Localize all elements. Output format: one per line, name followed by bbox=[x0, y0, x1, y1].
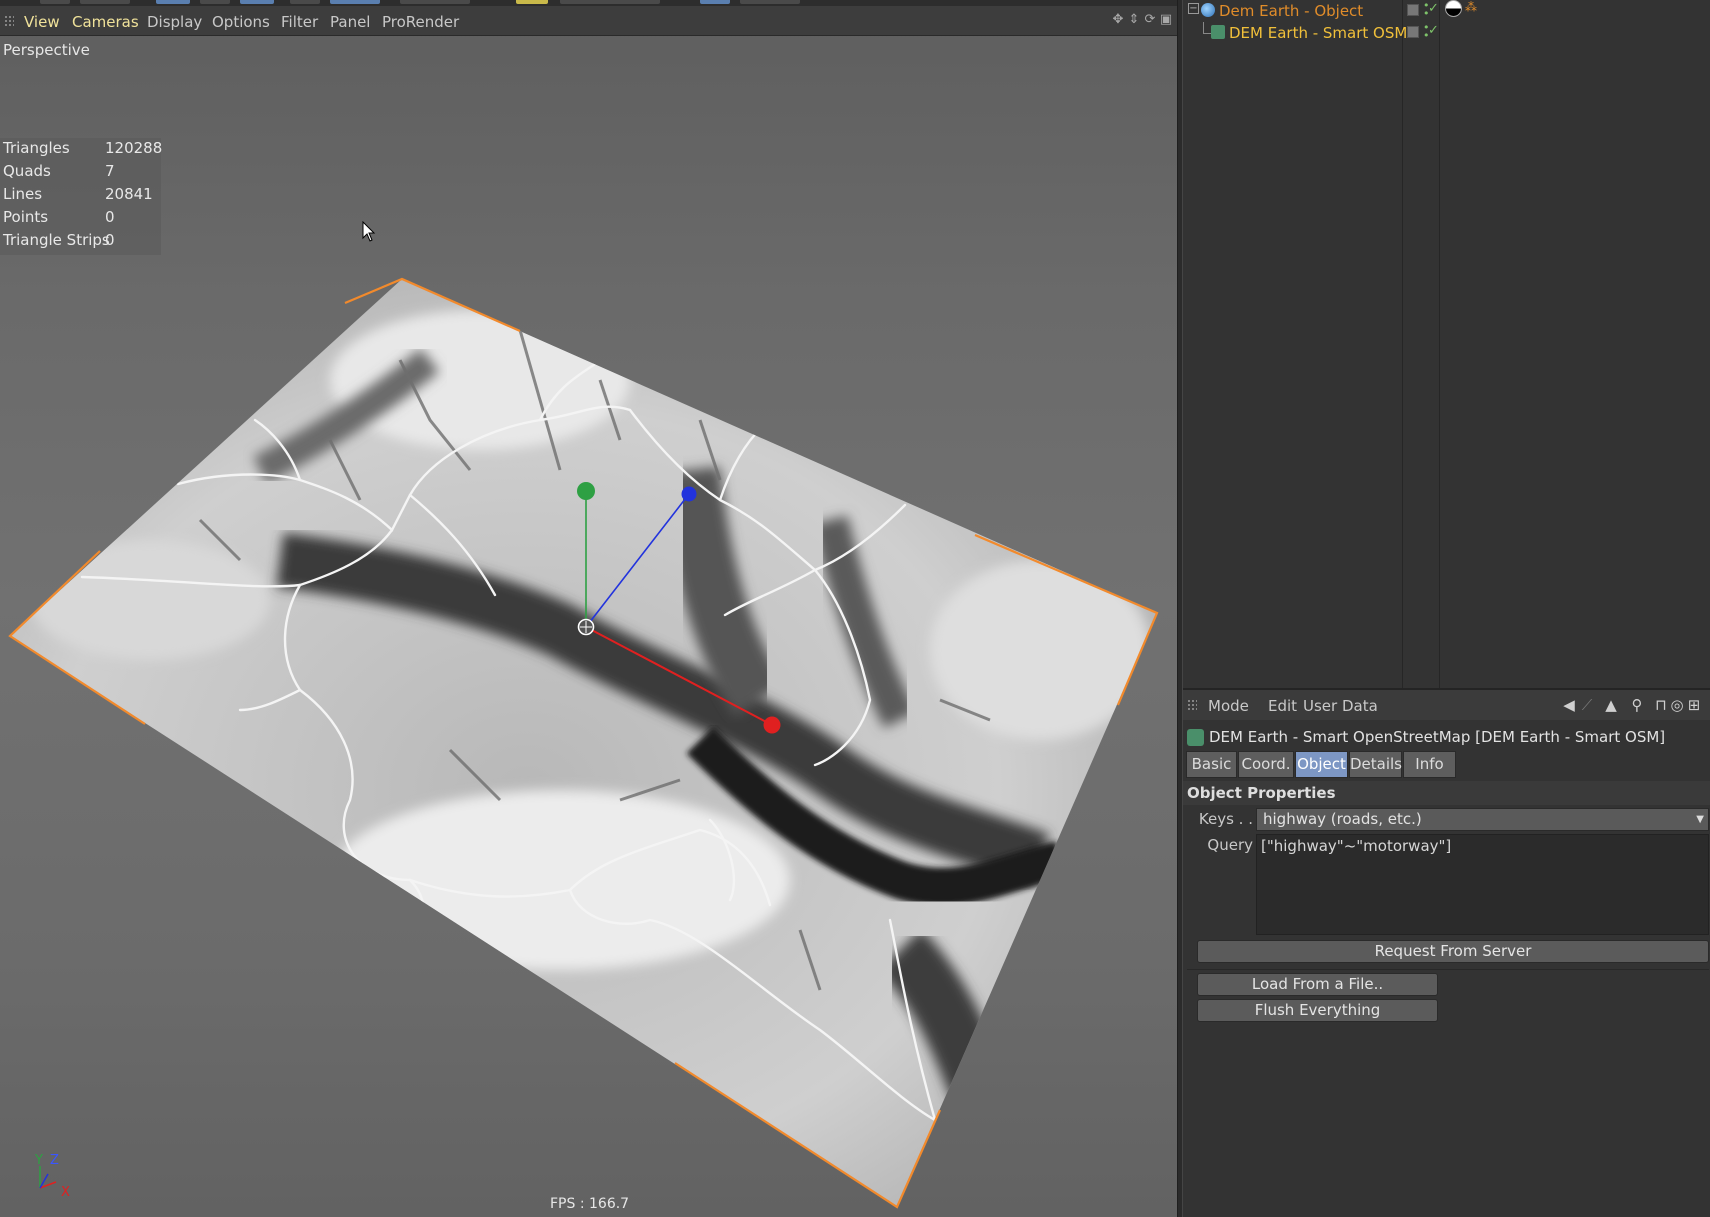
object-row[interactable]: DEM Earth - Smart OSM • • ✓ bbox=[1183, 22, 1710, 44]
tab-coord[interactable]: Coord. bbox=[1238, 751, 1294, 778]
stat-row-lines: Lines 20841 bbox=[3, 185, 153, 203]
material-tag-icon[interactable] bbox=[1445, 0, 1462, 17]
menu-mode[interactable]: Mode bbox=[1208, 697, 1249, 715]
om-column-divider bbox=[1402, 0, 1403, 688]
terrain-scene[interactable] bbox=[0, 0, 1177, 1217]
forward-arrow-icon[interactable]: ⟋ bbox=[1579, 696, 1595, 714]
query-textarea[interactable]: ["highway"~"motorway"] bbox=[1256, 834, 1709, 935]
search-icon[interactable]: ⚲ bbox=[1629, 696, 1645, 714]
stat-row-triangle-strips: Triangle Strips 0 bbox=[3, 231, 115, 249]
panel-grip-icon[interactable] bbox=[1187, 699, 1197, 711]
section-title: Object Properties bbox=[1187, 784, 1336, 802]
menu-user-data[interactable]: User Data bbox=[1303, 697, 1378, 715]
load-from-file-button[interactable]: Load From a File.. bbox=[1197, 973, 1438, 996]
menu-edit[interactable]: Edit bbox=[1268, 697, 1297, 715]
x-axis-label: X bbox=[61, 1185, 70, 1198]
attribute-title: DEM Earth - Smart OpenStreetMap [DEM Ear… bbox=[1209, 728, 1666, 746]
object-name[interactable]: Dem Earth - Object bbox=[1219, 2, 1363, 20]
fps-readout: FPS : 166.7 bbox=[550, 1196, 630, 1212]
smart-osm-icon bbox=[1187, 729, 1204, 746]
x-axis-handle[interactable] bbox=[763, 716, 781, 734]
tab-details[interactable]: Details bbox=[1349, 751, 1402, 778]
enabled-check-icon[interactable]: ✓ bbox=[1428, 1, 1439, 16]
request-from-server-button[interactable]: Request From Server bbox=[1197, 940, 1709, 963]
enabled-check-icon[interactable]: ✓ bbox=[1428, 23, 1439, 38]
up-arrow-icon[interactable]: ▲ bbox=[1603, 696, 1619, 714]
expression-tag-icon[interactable]: ⁂ bbox=[1465, 0, 1477, 14]
world-axis-icon: Y Z X bbox=[34, 1153, 70, 1198]
stat-row-quads: Quads 7 bbox=[3, 162, 115, 180]
z-axis-label: Z bbox=[50, 1153, 59, 1168]
query-label: Query bbox=[1207, 836, 1253, 854]
y-axis-label: Y bbox=[34, 1153, 43, 1168]
chevron-down-icon: ▼ bbox=[1696, 814, 1704, 825]
terrain-plane[interactable] bbox=[8, 277, 1159, 1209]
mouse-cursor-icon bbox=[362, 221, 376, 242]
keys-value: highway (roads, etc.) bbox=[1263, 810, 1422, 828]
tab-object[interactable]: Object bbox=[1295, 751, 1348, 778]
editor-visibility-icon[interactable] bbox=[1407, 4, 1419, 16]
tab-info[interactable]: Info bbox=[1403, 751, 1456, 778]
target-icon[interactable]: ◎ bbox=[1669, 696, 1685, 714]
back-arrow-icon[interactable]: ◀ bbox=[1561, 696, 1577, 714]
keys-dropdown[interactable]: highway (roads, etc.) ▼ bbox=[1256, 808, 1709, 831]
stat-row-triangles: Triangles 120288 bbox=[3, 139, 163, 157]
tab-basic[interactable]: Basic bbox=[1186, 751, 1237, 778]
stat-row-points: Points 0 bbox=[3, 208, 115, 226]
dem-earth-icon bbox=[1201, 3, 1215, 17]
object-row[interactable]: − Dem Earth - Object • • ✓ ⁂ bbox=[1183, 0, 1710, 22]
lock-icon[interactable]: ⊓ bbox=[1653, 696, 1669, 714]
viewport-panel[interactable]: View Cameras Display Options Filter Pane… bbox=[0, 0, 1177, 1217]
z-axis-handle[interactable] bbox=[681, 486, 697, 502]
smart-osm-icon bbox=[1211, 25, 1225, 39]
attribute-menubar: Mode Edit User Data ◀ ⟋ ▲ ⚲ ⊓ ◎ ⊞ bbox=[1183, 690, 1710, 720]
new-panel-icon[interactable]: ⊞ bbox=[1686, 696, 1702, 714]
attribute-manager[interactable]: Mode Edit User Data ◀ ⟋ ▲ ⚲ ⊓ ◎ ⊞ DEM Ea… bbox=[1183, 688, 1710, 1217]
editor-visibility-icon[interactable] bbox=[1407, 26, 1419, 38]
keys-label: Keys . . bbox=[1198, 810, 1253, 828]
camera-label: Perspective bbox=[3, 41, 90, 59]
object-name[interactable]: DEM Earth - Smart OSM bbox=[1229, 24, 1407, 42]
om-column-divider bbox=[1439, 0, 1440, 688]
collapse-toggle-icon[interactable]: − bbox=[1188, 3, 1199, 14]
divider-line bbox=[1187, 969, 1709, 970]
y-axis-handle[interactable] bbox=[577, 482, 595, 500]
flush-everything-button[interactable]: Flush Everything bbox=[1197, 999, 1438, 1022]
object-manager[interactable]: − Dem Earth - Object • • ✓ ⁂ DEM Earth - … bbox=[1183, 0, 1710, 688]
section-header[interactable]: Object Properties bbox=[1183, 781, 1710, 805]
scene-stats-panel: Triangles 120288 Quads 7 Lines 20841 Poi… bbox=[0, 138, 163, 255]
